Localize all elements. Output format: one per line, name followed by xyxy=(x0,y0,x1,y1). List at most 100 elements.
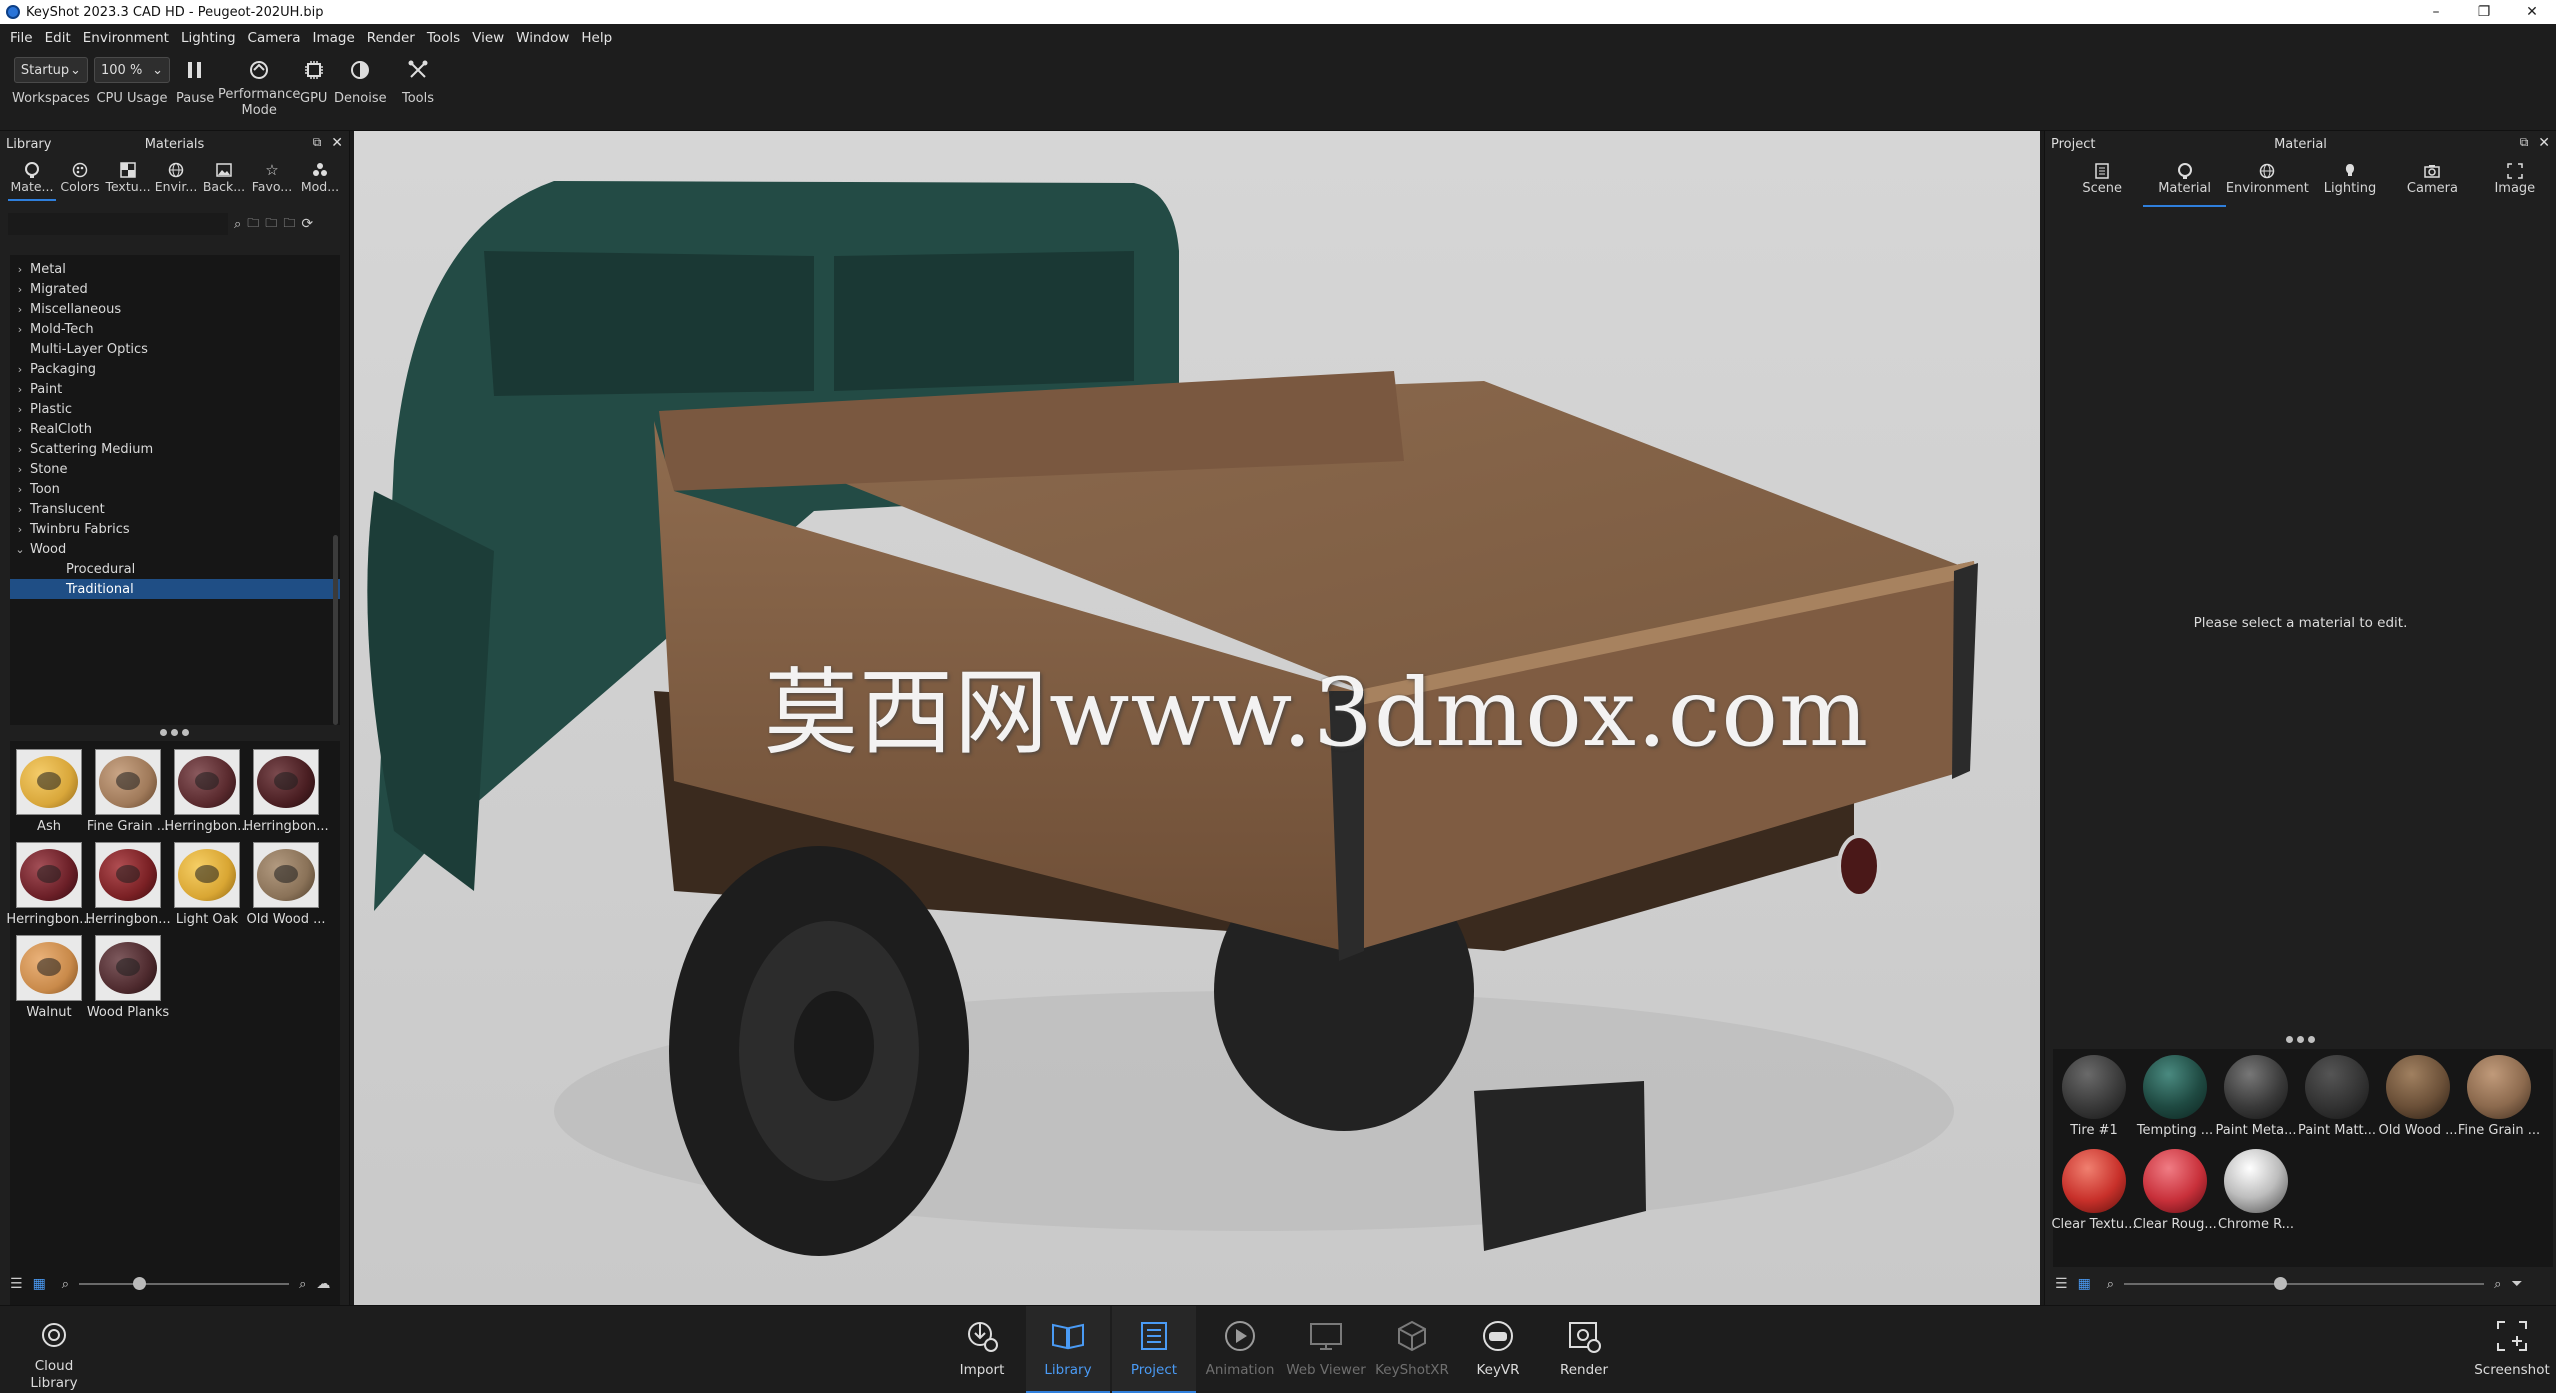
chevron-right-icon[interactable]: › xyxy=(10,503,30,516)
material-thumb[interactable]: Old Wood ... xyxy=(247,842,326,927)
tree-item-migrated[interactable]: › Migrated xyxy=(10,279,340,299)
list-view-icon[interactable]: ☰ xyxy=(2055,1276,2068,1292)
splitter-handle[interactable] xyxy=(2045,1036,2556,1043)
material-thumb[interactable]: Wood Planks xyxy=(87,935,169,1020)
chevron-right-icon[interactable]: › xyxy=(10,443,30,456)
tree-item-toon[interactable]: › Toon xyxy=(10,479,340,499)
tools-button[interactable]: Tools xyxy=(402,57,434,107)
tab-materials[interactable]: Mate... xyxy=(8,157,56,201)
tree-item-realcloth[interactable]: › RealCloth xyxy=(10,419,340,439)
close-icon[interactable]: ✕ xyxy=(2538,135,2550,151)
grid-view-icon[interactable]: ▦ xyxy=(2078,1276,2091,1292)
material-thumb[interactable]: Ash xyxy=(10,749,88,834)
thumbnail-size-slider[interactable] xyxy=(79,1277,290,1290)
zoom-in-icon[interactable]: ⌕ xyxy=(2494,1277,2501,1292)
tab-image[interactable]: Image xyxy=(2474,157,2556,207)
chevron-right-icon[interactable]: › xyxy=(10,423,30,436)
chevron-right-icon[interactable]: › xyxy=(10,363,30,376)
tree-item-metal[interactable]: › Metal xyxy=(10,259,340,279)
keyshotxr-button[interactable]: KeyShotXR xyxy=(1370,1306,1454,1393)
menu-image[interactable]: Image xyxy=(307,30,361,46)
library-toggle-button[interactable]: Library xyxy=(1026,1306,1110,1393)
scene-material[interactable]: Clear Textu... xyxy=(2051,1149,2137,1232)
folder-add-icon[interactable]: 🗀 xyxy=(247,214,259,235)
cloud-download-icon[interactable]: ☁ xyxy=(316,1276,330,1292)
material-thumb[interactable]: Herringbon... xyxy=(85,842,171,927)
restore-button[interactable]: ❐ xyxy=(2460,0,2508,24)
scene-material[interactable]: Tempting ... xyxy=(2134,1055,2216,1138)
cloud-library-button[interactable]: Cloud Library xyxy=(12,1306,96,1393)
tree-item-paint[interactable]: › Paint xyxy=(10,379,340,399)
chevron-right-icon[interactable]: › xyxy=(10,303,30,316)
material-thumb[interactable]: Light Oak xyxy=(168,842,246,927)
tree-item-scattering-medium[interactable]: › Scattering Medium xyxy=(10,439,340,459)
chevron-right-icon[interactable]: › xyxy=(10,383,30,396)
search-icon[interactable]: ⌕ xyxy=(234,217,241,232)
animation-button[interactable]: Animation xyxy=(1198,1306,1282,1393)
tab-environment[interactable]: Environment xyxy=(2226,157,2309,207)
tab-scene[interactable]: Scene xyxy=(2061,157,2143,207)
menu-render[interactable]: Render xyxy=(361,30,421,46)
grid-view-icon[interactable]: ▦ xyxy=(33,1276,46,1292)
slider-knob[interactable] xyxy=(2274,1277,2288,1290)
tab-textures[interactable]: Textu... xyxy=(104,157,152,201)
menu-camera[interactable]: Camera xyxy=(242,30,307,46)
chevron-right-icon[interactable]: › xyxy=(10,483,30,496)
scene-material[interactable]: Old Wood ... xyxy=(2377,1055,2459,1138)
close-icon[interactable]: ✕ xyxy=(331,135,343,151)
menu-help[interactable]: Help xyxy=(575,30,618,46)
menu-edit[interactable]: Edit xyxy=(39,30,77,46)
splitter-handle[interactable] xyxy=(0,729,349,736)
tab-models[interactable]: Mod... xyxy=(296,157,344,201)
library-search-input[interactable] xyxy=(8,213,228,235)
chevron-right-icon[interactable]: › xyxy=(10,323,30,336)
tab-favorites[interactable]: ☆ Favo... xyxy=(248,157,296,201)
material-thumb[interactable]: Herringbon... xyxy=(6,842,92,927)
menu-view[interactable]: View xyxy=(466,30,510,46)
scene-material[interactable]: Chrome R... xyxy=(2215,1149,2297,1232)
scene-material[interactable]: Paint Matt... xyxy=(2296,1055,2378,1138)
undock-icon[interactable]: ⧉ xyxy=(2520,135,2529,151)
zoom-out-icon[interactable]: ⌕ xyxy=(62,1277,69,1292)
tab-colors[interactable]: Colors xyxy=(56,157,104,201)
menu-lighting[interactable]: Lighting xyxy=(175,30,242,46)
tree-item-stone[interactable]: › Stone xyxy=(10,459,340,479)
keyvr-button[interactable]: KeyVR xyxy=(1456,1306,1540,1393)
gpu-button[interactable]: GPU xyxy=(300,57,327,107)
zoom-out-icon[interactable]: ⌕ xyxy=(2107,1277,2114,1292)
menu-window[interactable]: Window xyxy=(510,30,575,46)
tab-lighting[interactable]: Lighting xyxy=(2309,157,2391,207)
material-size-slider[interactable] xyxy=(2124,1277,2485,1290)
close-window-button[interactable]: ✕ xyxy=(2508,0,2556,24)
performance-mode-button[interactable]: Performance Mode xyxy=(218,57,300,119)
minimize-button[interactable]: – xyxy=(2412,0,2460,24)
tree-item-mold-tech[interactable]: › Mold-Tech xyxy=(10,319,340,339)
pause-button[interactable]: Pause xyxy=(176,57,214,107)
material-thumb[interactable]: Herringbon... xyxy=(243,749,329,834)
undock-icon[interactable]: ⧉ xyxy=(313,135,322,151)
render-button[interactable]: Render xyxy=(1542,1306,1626,1393)
scene-material[interactable]: Tire #1 xyxy=(2053,1055,2135,1138)
tab-backplates[interactable]: Back... xyxy=(200,157,248,201)
material-thumb[interactable]: Walnut xyxy=(10,935,88,1020)
chevron-right-icon[interactable]: › xyxy=(10,403,30,416)
scene-material[interactable]: Paint Meta... xyxy=(2215,1055,2297,1138)
chevron-right-icon[interactable]: › xyxy=(10,263,30,276)
tree-item-wood[interactable]: ⌄ Wood xyxy=(10,539,340,559)
render-viewport[interactable]: 莫西网www.3dmox.com xyxy=(354,131,2040,1305)
chevron-right-icon[interactable]: › xyxy=(10,283,30,296)
tab-environments[interactable]: Envir... xyxy=(152,157,200,201)
tree-item-plastic[interactable]: › Plastic xyxy=(10,399,340,419)
chevron-right-icon[interactable]: › xyxy=(10,523,30,536)
tree-item-traditional[interactable]: Traditional xyxy=(10,579,340,599)
tab-camera[interactable]: Camera xyxy=(2391,157,2473,207)
tree-item-translucent[interactable]: › Translucent xyxy=(10,499,340,519)
material-thumb[interactable]: Herringbon... xyxy=(164,749,250,834)
tree-item-procedural[interactable]: Procedural xyxy=(10,559,340,579)
web-viewer-button[interactable]: Web Viewer xyxy=(1284,1306,1368,1393)
workspace-select[interactable]: Startup ⌄ xyxy=(13,57,88,83)
list-view-icon[interactable]: ☰ xyxy=(10,1276,23,1292)
menu-environment[interactable]: Environment xyxy=(77,30,175,46)
tree-item-packaging[interactable]: › Packaging xyxy=(10,359,340,379)
scene-material[interactable]: Clear Roug... xyxy=(2133,1149,2217,1232)
